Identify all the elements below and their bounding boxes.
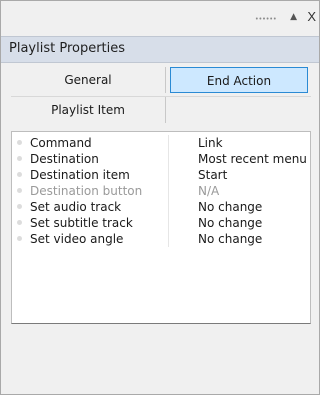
tab-general[interactable]: General: [11, 67, 166, 93]
row-bullet-icon: [17, 172, 22, 177]
close-icon[interactable]: X: [307, 9, 316, 24]
column-divider: [168, 215, 169, 231]
tab-playlist-item[interactable]: Playlist Item: [11, 97, 166, 123]
tab-end-action[interactable]: End Action: [170, 67, 308, 93]
property-name: Command: [30, 136, 92, 150]
property-name: Destination item: [30, 168, 130, 182]
tab-strip: General End Action Playlist Item: [11, 67, 311, 127]
row-bullet-icon: [17, 188, 22, 193]
row-bullet-icon: [17, 140, 22, 145]
row-bullet-icon: [17, 204, 22, 209]
property-name: Set subtitle track: [30, 216, 133, 230]
panel-title: Playlist Properties: [9, 41, 126, 56]
property-row-set-subtitle-track[interactable]: Set subtitle track No change: [12, 215, 310, 231]
row-bullet-icon: [17, 156, 22, 161]
column-divider: [168, 151, 169, 167]
row-bullet-icon: [17, 220, 22, 225]
column-divider: [168, 231, 169, 247]
property-grid: Command Link Destination Most recent men…: [11, 131, 311, 324]
property-row-set-video-angle[interactable]: Set video angle No change: [12, 231, 310, 247]
property-row-command[interactable]: Command Link: [12, 135, 310, 151]
property-name: Set audio track: [30, 200, 122, 214]
property-name: Set video angle: [30, 232, 124, 246]
column-divider: [168, 183, 169, 199]
property-value[interactable]: No change: [198, 231, 262, 247]
window-titlebar[interactable]: ▲ X: [1, 1, 319, 35]
property-name: Destination button: [30, 184, 143, 198]
property-value[interactable]: Start: [198, 167, 227, 183]
pin-icon[interactable]: ▲: [290, 12, 297, 22]
properties-window: ▲ X Playlist Properties General End Acti…: [0, 0, 320, 395]
property-value[interactable]: No change: [198, 199, 262, 215]
property-value: N/A: [198, 184, 220, 198]
property-name: Destination: [30, 152, 99, 166]
property-row-set-audio-track[interactable]: Set audio track No change: [12, 199, 310, 215]
property-value[interactable]: No change: [198, 215, 262, 231]
column-divider: [168, 199, 169, 215]
column-divider: [168, 135, 169, 151]
column-divider: [168, 167, 169, 183]
property-value[interactable]: Most recent menu: [198, 151, 307, 167]
row-bullet-icon: [17, 236, 22, 241]
property-row-destination-button: Destination button N/A: [12, 183, 310, 199]
property-value[interactable]: Link: [198, 135, 223, 151]
property-row-destination-item[interactable]: Destination item Start: [12, 167, 310, 183]
grip-icon[interactable]: [255, 17, 277, 20]
property-row-destination[interactable]: Destination Most recent menu: [12, 151, 310, 167]
panel-header: Playlist Properties: [1, 36, 319, 63]
